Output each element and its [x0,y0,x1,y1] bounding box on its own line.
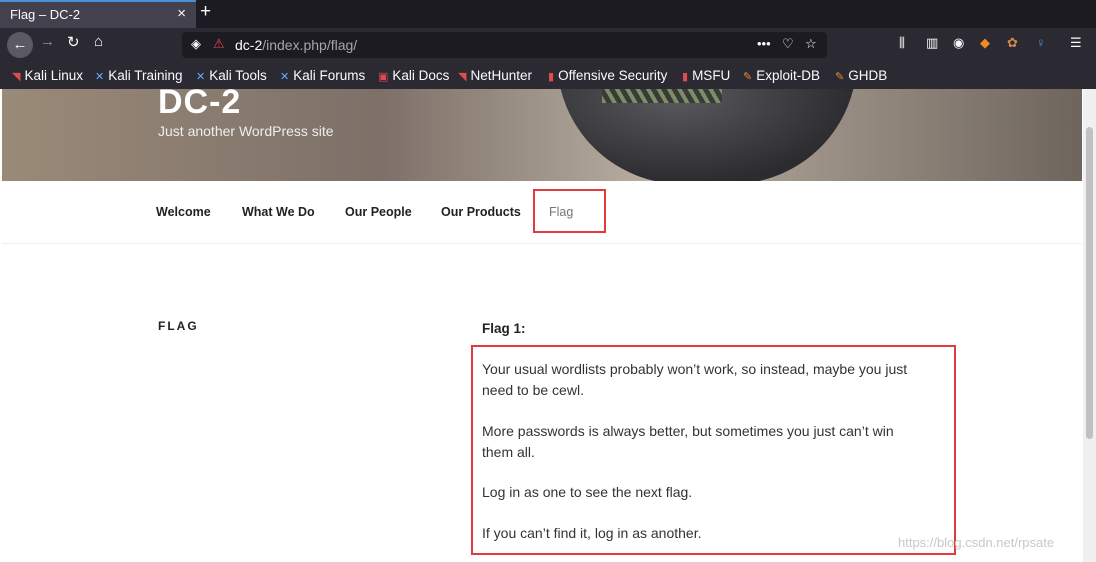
site-title[interactable]: DC-2 [158,89,241,122]
menu-item-our-people[interactable]: Our People [345,205,412,219]
kali-icon: ✕ [95,71,105,83]
address-bar[interactable]: ◈ ⚠ dc-2/index.php/flag/ ••• ♡ ☆ [182,32,827,58]
bookmark-msfu[interactable]: ▮ MSFU [682,68,730,83]
navigation-bar: ← → ↻ ⌂ ◈ ⚠ dc-2/index.php/flag/ ••• ♡ ☆… [0,28,1096,62]
tab-bar: Flag – DC-2 × + [0,0,1096,28]
pocket-icon[interactable]: ♡ [782,36,794,52]
site-tagline: Just another WordPress site [158,123,334,139]
flag-menu-highlight [533,189,606,233]
sidebar-icon[interactable]: ▥ [926,35,938,51]
bookmark-star-icon[interactable]: ☆ [805,36,817,52]
site-header-image: DC-2 Just another WordPress site [2,89,1082,181]
url-host: dc-2 [235,37,263,53]
extension-palette-icon[interactable]: ✿ [1007,35,1018,51]
menu-item-our-products[interactable]: Our Products [441,205,521,219]
docs-icon: ▣ [378,71,389,83]
menu-item-welcome[interactable]: Welcome [156,205,211,219]
scrollbar-thumb[interactable] [1086,127,1093,439]
library-icon[interactable]: ⫼ [899,35,905,51]
bookmark-ghdb[interactable]: ✎ GHDB [835,68,887,83]
offsec-icon: ▮ [548,71,555,83]
url-text: dc-2/index.php/flag/ [235,37,357,53]
bookmark-nethunter[interactable]: ◥ NetHunter [458,68,532,83]
back-arrow-icon[interactable]: ← [7,32,33,58]
page-scrollbar[interactable] [1083,89,1096,562]
bookmark-exploit-db[interactable]: ✎ Exploit-DB [743,68,820,83]
page-actions-icon[interactable]: ••• [757,36,771,51]
bookmark-kali-docs[interactable]: ▣ Kali Docs [378,68,449,83]
bookmark-kali-linux[interactable]: ◥ Kali Linux [12,68,83,83]
new-tab-icon[interactable]: + [200,1,211,23]
tab-close-icon[interactable]: × [177,5,186,22]
home-icon[interactable]: ⌂ [94,33,103,50]
flag-content-highlight [471,345,956,555]
bookmark-offensive-security[interactable]: ▮ Offensive Security [548,68,667,83]
shield-icon[interactable]: ◈ [191,36,201,52]
watermark: https://blog.csdn.net/rpsate [898,535,1055,550]
account-icon[interactable]: ◉ [953,35,964,51]
extension-fox-icon[interactable]: ◆ [980,35,990,51]
ghdb-icon: ✎ [835,71,845,83]
flag-heading: Flag 1: [482,321,526,336]
forward-arrow-icon[interactable]: → [40,33,55,50]
header-plant-leaves [602,89,722,103]
bookmark-kali-forums[interactable]: ✕ Kali Forums [280,68,365,83]
exploit-db-icon: ✎ [743,71,753,83]
insecure-lock-icon[interactable]: ⚠ [213,36,225,52]
bookmark-kali-training[interactable]: ✕ Kali Training [95,68,183,83]
kali-icon: ✕ [280,71,290,83]
menu-hamburger-icon[interactable]: ☰ [1070,35,1082,51]
bookmark-kali-tools[interactable]: ✕ Kali Tools [196,68,267,83]
nethunter-icon: ◥ [458,71,467,83]
reload-icon[interactable]: ↻ [67,33,80,51]
bookmarks-toolbar: ◥ Kali Linux ✕ Kali Training ✕ Kali Tools ✕… [0,62,1096,89]
kali-icon: ✕ [196,71,206,83]
web-page: DC-2 Just another WordPress site Welcome… [2,89,1082,562]
page-title: FLAG [158,319,199,333]
tab-title: Flag – DC-2 [10,7,81,22]
kali-dragon-icon: ◥ [12,71,21,83]
tab-active[interactable]: Flag – DC-2 × [0,0,196,28]
site-navigation: Welcome What We Do Our People Our Produc… [2,181,1082,244]
url-path: /index.php/flag/ [262,37,358,53]
extension-key-icon[interactable]: ♀ [1036,35,1046,50]
menu-item-what-we-do[interactable]: What We Do [242,205,315,219]
msfu-icon: ▮ [682,71,689,83]
